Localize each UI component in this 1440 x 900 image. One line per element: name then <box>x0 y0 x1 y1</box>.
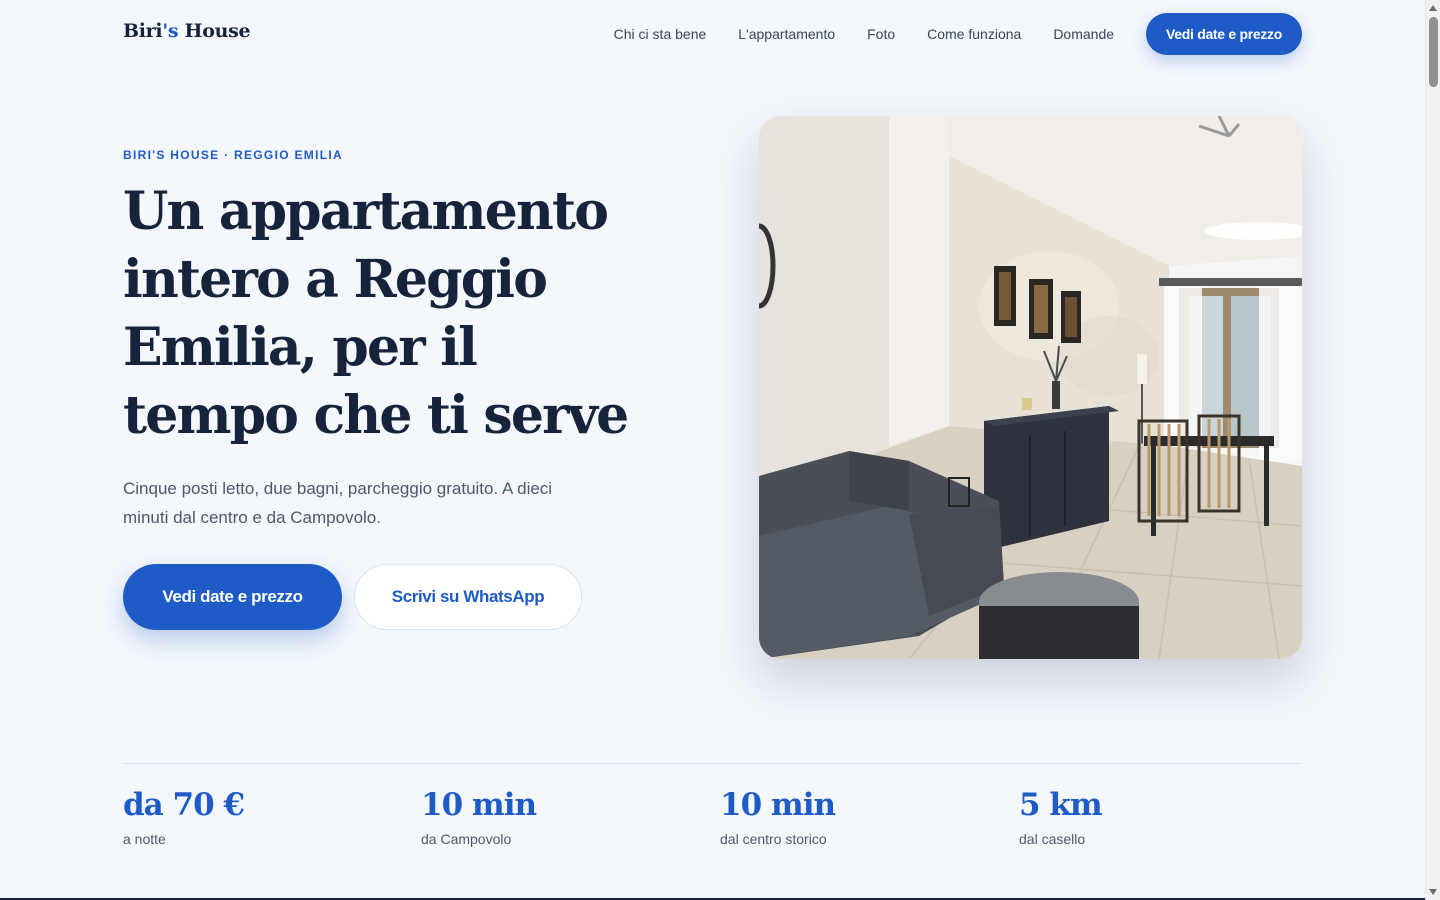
nav-link-chi-ci-sta-bene[interactable]: Chi ci sta bene <box>614 26 707 42</box>
hero-title: Un appartamento intero a Reggio Emilia, … <box>123 181 629 446</box>
stat-value: 10 min <box>720 787 836 823</box>
stat-centro: 10 min dal centro storico <box>720 786 836 847</box>
main-nav: Chi ci sta bene L'appartamento Foto Come… <box>614 13 1302 55</box>
stat-label: a notte <box>123 831 166 847</box>
stat-label: dal casello <box>1019 831 1086 847</box>
logo-suffix: House <box>178 20 251 42</box>
hero-eyebrow: BIRI'S HOUSE · REGGIO EMILIA <box>123 148 343 162</box>
nav-link-appartamento[interactable]: L'appartamento <box>738 26 835 42</box>
scrollbar-thumb[interactable] <box>1429 17 1438 87</box>
stat-value: 10 min <box>421 787 537 823</box>
page: Biri's House Chi ci sta bene L'appartame… <box>0 0 1425 900</box>
stat-casello: 5 km dal casello <box>1019 786 1103 847</box>
stat-campovolo: 10 min da Campovolo <box>421 786 537 847</box>
nav-link-domande[interactable]: Domande <box>1053 26 1114 42</box>
stats-divider <box>123 763 1302 764</box>
stat-price: da 70 € a notte <box>123 786 245 847</box>
scroll-down-arrow-icon[interactable] <box>1429 889 1437 895</box>
hero-subtitle: Cinque posti letto, due bagni, parcheggi… <box>123 479 553 527</box>
primary-cta-button[interactable]: Vedi date e prezzo <box>123 564 342 630</box>
nav-cta-button[interactable]: Vedi date e prezzo <box>1146 13 1302 55</box>
scroll-up-arrow-icon[interactable] <box>1429 5 1437 11</box>
nav-link-foto[interactable]: Foto <box>867 26 895 42</box>
stat-label: da Campovolo <box>421 831 512 847</box>
site-logo[interactable]: Biri's House <box>123 20 251 42</box>
stat-value: 5 km <box>1019 787 1103 823</box>
living-room-illustration <box>759 116 1302 659</box>
vertical-scrollbar[interactable] <box>1425 0 1440 900</box>
hero-photo <box>759 116 1302 659</box>
nav-link-come-funziona[interactable]: Come funziona <box>927 26 1021 42</box>
stat-value: da 70 € <box>123 787 245 823</box>
logo-prefix: Biri <box>123 20 163 42</box>
whatsapp-button[interactable]: Scrivi su WhatsApp <box>354 564 582 630</box>
stat-label: dal centro storico <box>720 831 827 847</box>
logo-apostrophe: 's <box>162 20 179 42</box>
